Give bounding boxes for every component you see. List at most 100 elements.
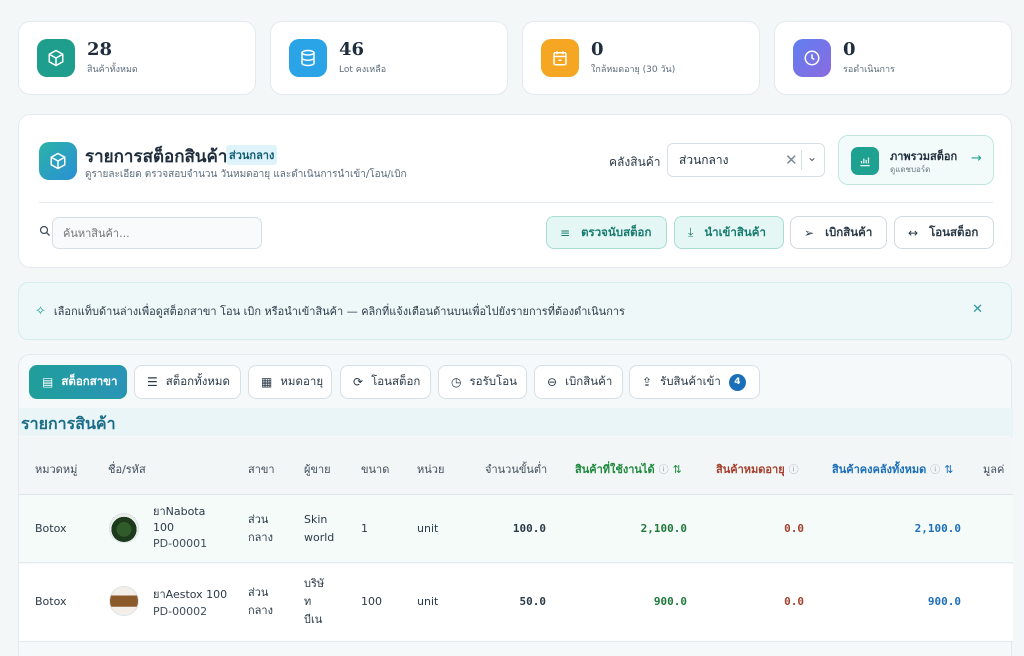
cell-branch: ส่วน กลาง	[248, 511, 273, 547]
table-row[interactable]: Botox ยาAestox 100 PD-00002 ส่วน กลาง บร…	[19, 564, 1013, 642]
bar-chart-icon	[851, 147, 879, 175]
col-total-label: สินค้าคงคลังทั้งหมด	[832, 463, 927, 476]
clock-icon: ◷	[451, 375, 462, 389]
sort-icon[interactable]: ⇅	[673, 463, 682, 476]
tab-transfer[interactable]: ⟳ โอนสต็อก	[340, 365, 431, 399]
col-vendor[interactable]: ผู้ขาย	[304, 460, 331, 478]
cell-size: 100	[361, 595, 382, 608]
box-icon	[39, 142, 77, 180]
box-icon	[37, 39, 75, 77]
cell-unit: unit	[417, 522, 439, 535]
cell-total: 900.0	[927, 595, 961, 608]
tab-label: หมดอายุ	[280, 374, 324, 388]
table-row[interactable]: Botox ยาNabota 100 PD-00001 ส่วน กลาง Sk…	[19, 495, 1013, 563]
col-branch[interactable]: สาขา	[248, 460, 275, 478]
kpi-label: สินค้าทั้งหมด	[87, 65, 138, 75]
stock-count-label: ตรวจนับสต็อก	[581, 224, 652, 239]
warehouse-select[interactable]: ส่วนกลาง ✕ ⌄	[667, 143, 825, 177]
sort-icon[interactable]: ⇅	[944, 463, 953, 476]
cell-size: 1	[361, 522, 368, 535]
tab-all-stock[interactable]: ☰ สต็อกทั้งหมด	[134, 365, 241, 399]
warehouse-badge: ส่วนกลาง	[226, 145, 278, 165]
transfer-label: โอนสต็อก	[929, 224, 979, 239]
kpi-label: ใกล้หมดอายุ (30 วัน)	[591, 65, 676, 75]
cell-category: Botox	[35, 522, 67, 535]
cell-expired: 0.0	[784, 522, 804, 535]
cell-min: 50.0	[519, 595, 547, 608]
stock-overview-button[interactable]: ภาพรวมสต็อก ดูแดชบอร์ด →	[838, 135, 994, 185]
tab-withdraw[interactable]: ⊖ เบิกสินค้า	[534, 365, 623, 399]
tab-expired[interactable]: ▦ หมดอายุ	[248, 365, 332, 399]
branch-line: ส่วน	[248, 513, 269, 526]
import-button[interactable]: ⤓ นำเข้าสินค้า	[674, 216, 784, 249]
import-label: นำเข้าสินค้า	[704, 224, 766, 239]
kpi-card-pending: 0 รอดำเนินการ	[774, 21, 1012, 95]
cell-usable: 2,100.0	[640, 522, 687, 535]
vendor-line: บีเน	[304, 613, 323, 626]
sparkle-icon: ✧	[35, 303, 46, 319]
col-min[interactable]: จำนวนขั้นต่ำ	[485, 460, 547, 478]
tab-label: รอรับโอน	[469, 374, 517, 388]
tab-count-badge: 4	[728, 373, 746, 391]
send-icon: ➢	[804, 225, 815, 240]
cell-total: 2,100.0	[914, 522, 961, 535]
calendar-icon: ▦	[261, 375, 273, 389]
kpi-card-products: 28 สินค้าทั้งหมด	[18, 21, 256, 95]
cell-vendor: บริษั ท บีเน	[304, 575, 324, 629]
cell-branch: ส่วน กลาง	[248, 584, 273, 620]
col-name[interactable]: ชื่อ/รหัส	[108, 460, 146, 478]
col-category[interactable]: หมวดหมู่	[35, 460, 77, 478]
tab-label: รับสินค้าเข้า	[660, 374, 721, 388]
clock-icon	[793, 39, 831, 77]
warehouse-select-value: ส่วนกลาง	[679, 152, 729, 167]
product-name-line: ยาAestox 100	[153, 588, 228, 601]
col-size[interactable]: ขนาด	[361, 460, 389, 478]
overview-subtitle: ดูแดชบอร์ด	[890, 165, 931, 174]
kpi-value: 0	[843, 39, 856, 60]
cell-vendor: Skin world	[304, 511, 334, 547]
notice-text: เลือกแท็บด้านล่างเพื่อดูสต็อกสาขา โอน เบ…	[53, 305, 625, 318]
chevron-down-icon[interactable]: ⌄	[807, 150, 817, 164]
withdraw-label: เบิกสินค้า	[825, 224, 873, 239]
info-notice: ✧ เลือกแท็บด้านล่างเพื่อดูสต็อกสาขา โอน …	[18, 282, 1012, 340]
divider	[39, 202, 993, 203]
cell-name: ยาAestox 100 PD-00002	[153, 586, 227, 620]
transfer-button[interactable]: ↔ โอนสต็อก	[894, 216, 994, 249]
clear-icon[interactable]: ✕	[785, 151, 798, 169]
tab-pending-receive[interactable]: ◷ รอรับโอน	[438, 365, 527, 399]
close-icon[interactable]: ✕	[972, 302, 983, 317]
help-icon: ⓘ	[930, 465, 941, 476]
withdraw-button[interactable]: ➢ เบิกสินค้า	[790, 216, 887, 249]
help-icon: ⓘ	[658, 465, 669, 476]
product-code: PD-00001	[153, 537, 208, 550]
product-thumbnail	[109, 586, 139, 616]
vendor-line: Skin	[304, 513, 328, 526]
select-divider	[801, 150, 802, 170]
col-expired[interactable]: สินค้าหมดอายุ ⓘ	[716, 460, 799, 478]
col-unit[interactable]: หน่วย	[417, 460, 444, 478]
arrow-right-icon: →	[971, 151, 982, 166]
col-usable-label: สินค้าที่ใช้งานได้	[575, 463, 655, 476]
database-icon	[289, 39, 327, 77]
stock-count-button[interactable]: ≡ ตรวจนับสต็อก	[546, 216, 667, 249]
col-total[interactable]: สินค้าคงคลังทั้งหมด ⓘ ⇅	[832, 460, 953, 478]
product-name-line: 100	[153, 521, 174, 534]
search-icon	[39, 225, 50, 236]
table-title-bar: รายการสินค้า	[19, 408, 1013, 436]
list-icon: ≡	[560, 225, 571, 240]
branch-line: ส่วน	[248, 586, 269, 599]
vendor-line: ท	[304, 595, 312, 608]
swap-icon: ↔	[908, 225, 919, 240]
kpi-label: รอดำเนินการ	[843, 65, 895, 75]
tab-receive-goods[interactable]: ⇪ รับสินค้าเข้า 4	[629, 365, 760, 399]
refresh-icon: ⟳	[353, 375, 364, 389]
warehouse-label: คลังสินค้า	[609, 155, 661, 169]
kpi-value: 0	[591, 39, 604, 60]
col-usable[interactable]: สินค้าที่ใช้งานได้ ⓘ ⇅	[575, 460, 682, 478]
tab-label: สต็อกทั้งหมด	[165, 374, 230, 388]
search-input[interactable]	[52, 217, 262, 249]
tab-branch-stock[interactable]: ▤ สต็อกสาขา	[29, 365, 127, 399]
cell-category: Botox	[35, 595, 67, 608]
col-expired-label: สินค้าหมดอายุ	[716, 463, 785, 476]
col-value[interactable]: มูลค่	[983, 460, 1004, 478]
